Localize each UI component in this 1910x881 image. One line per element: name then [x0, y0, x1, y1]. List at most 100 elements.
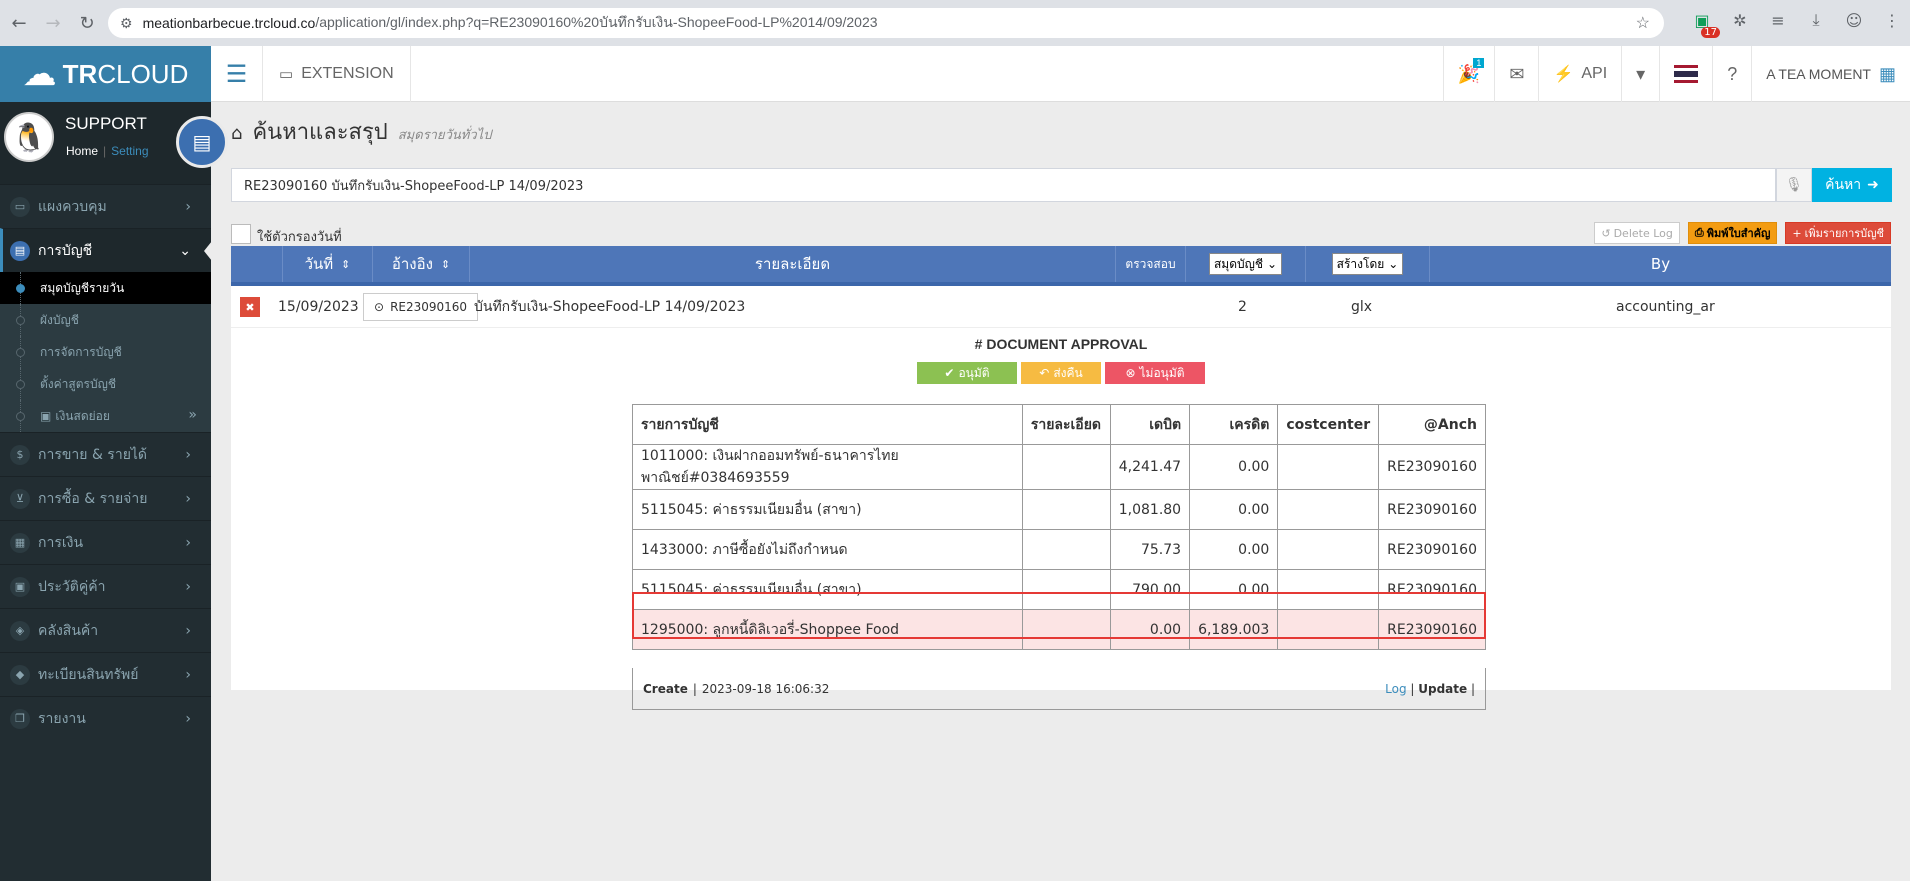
sidebar-subitem-account-management[interactable]: การจัดการบัญชี [0, 336, 211, 368]
log-link[interactable]: Log [1385, 682, 1406, 696]
book-icon[interactable]: ▤ [176, 116, 228, 168]
row-creator: glx [1351, 299, 1373, 315]
sidebar: 🐧 SUPPORT Home | Setting ▤ ▭ แผงควบคุม › ▤… [0, 102, 228, 881]
cubes-icon: ◈ [10, 620, 30, 641]
sidebar-item-dashboard[interactable]: ▭ แผงควบคุม › [0, 184, 211, 228]
home-link[interactable]: Home [66, 144, 98, 158]
th-date[interactable]: วันที่ ⇕ [283, 246, 373, 282]
print-label: พิมพ์ใบสำคัญ [1706, 227, 1771, 240]
thai-flag-icon [1674, 65, 1699, 83]
site-info-icon[interactable]: ⚙ [120, 15, 133, 32]
col-costcenter: costcenter [1277, 404, 1380, 445]
book-select-value: สมุดบัญชี [1213, 256, 1263, 271]
cell-debit: 4,241.47 [1109, 444, 1191, 490]
search-input[interactable]: RE23090160 บันทึกรับเงิน-ShopeeFood-LP 1… [231, 168, 1776, 202]
forward-icon[interactable]: → [38, 8, 68, 38]
entries-footer: Create | 2023-09-18 16:06:32 Log | Updat… [632, 668, 1486, 710]
cloud-icon: ☁ [22, 55, 57, 93]
book-select[interactable]: สมุดบัญชี ⌄ [1208, 253, 1283, 275]
page-title: ค้นหาและสรุป [252, 120, 388, 145]
extensions-puzzle-icon[interactable]: ✲ [1728, 8, 1752, 32]
delete-icon[interactable]: ✖ [240, 297, 260, 317]
sidebar-item-finance[interactable]: ▦ การเงิน › [0, 520, 211, 564]
th-ref-label: อ้างอิง [391, 255, 433, 273]
col-debit: เดบิต [1109, 404, 1191, 445]
delete-log-button[interactable]: ↺ Delete Log [1594, 222, 1680, 244]
sidebar-subitem-chart-of-accounts[interactable]: ผังบัญชี [0, 304, 211, 336]
cell-detail [1021, 569, 1111, 610]
extension-label: EXTENSION [301, 65, 394, 82]
search-button[interactable]: ค้นหา ➜ [1812, 168, 1892, 202]
th-creator: สร้างโดย ⌄ [1306, 246, 1430, 282]
ref-button[interactable]: ⊙ RE23090160 [363, 293, 479, 321]
mail-icon[interactable]: ✉ [1494, 46, 1538, 102]
setting-link[interactable]: Setting [111, 144, 148, 158]
cell-debit: 0.00 [1109, 609, 1191, 650]
bookmark-star-icon[interactable]: ☆ [1636, 13, 1650, 33]
update-link[interactable]: Update [1418, 682, 1467, 696]
reject-button[interactable]: ⊗ ไม่อนุมัติ [1105, 362, 1205, 384]
api-button[interactable]: ⚡ API [1538, 46, 1621, 102]
cell-debit: 75.73 [1109, 529, 1191, 570]
search-button-label: ค้นหา [1825, 177, 1862, 193]
sidebar-subitem-journal[interactable]: สมุดบัญชีรายวัน [0, 272, 211, 304]
notification-party-icon[interactable]: 🎉 1 [1442, 46, 1494, 102]
company-name: A TEA MOMENT [1766, 66, 1871, 82]
trcloud-logo[interactable]: ☁ TR CLOUD [0, 46, 211, 102]
row-book: 2 [1238, 299, 1247, 315]
th-by-label: By [1650, 255, 1671, 273]
browser-menu-icon[interactable]: ⋮ [1880, 8, 1904, 32]
cell-costcenter [1277, 529, 1380, 570]
cell-anch: RE23090160 [1378, 444, 1486, 490]
th-ref[interactable]: อ้างอิง ⇕ [373, 246, 470, 282]
journal-table-header: วันที่ ⇕ อ้างอิง ⇕ รายละเอียด ตรวจสอบ สมุด… [231, 246, 1891, 286]
language-flag-thai[interactable] [1659, 46, 1712, 102]
sidebar-subitem-formula-settings[interactable]: ตั้งค่าสูตรบัญชี [0, 368, 211, 400]
sidebar-item-label: การบัญชี [38, 242, 93, 259]
creator-select-value: สร้างโดย [1336, 256, 1385, 271]
cell-credit: 0.00 [1189, 569, 1279, 610]
cell-anch: RE23090160 [1378, 489, 1486, 530]
copy-icon: ❐ [10, 708, 30, 729]
sidebar-item-label: รายงาน [38, 710, 86, 727]
sidebar-item-contacts[interactable]: ▣ ประวัติคู่ค้า › [0, 564, 211, 608]
sidebar-item-assets[interactable]: ◆ ทะเบียนสินทรัพย์ › [0, 652, 211, 696]
company-switcher[interactable]: A TEA MOMENT ▦ [1751, 46, 1910, 102]
calendar-extension-icon[interactable]: ▣ 17 [1690, 8, 1720, 38]
cell-credit: 0.00 [1189, 489, 1279, 530]
date-filter-checkbox[interactable] [231, 224, 251, 244]
cell-account: 1433000: ภาษีซื้อยังไม่ถึงกำหนด [632, 529, 1023, 570]
extension-badge: 17 [1701, 27, 1720, 38]
extension-button[interactable]: ▭ EXTENSION [263, 46, 411, 102]
accounting-submenu: สมุดบัญชีรายวัน ผังบัญชี การจัดการบัญชี … [0, 272, 211, 432]
double-chevron-icon: » [188, 407, 197, 423]
approve-button[interactable]: ✔ อนุมัติ [917, 362, 1017, 384]
sidebar-item-inventory[interactable]: ◈ คลังสินค้า › [0, 608, 211, 652]
help-icon[interactable]: ? [1712, 46, 1751, 102]
profile-avatar-icon[interactable]: ☺ [1842, 8, 1866, 32]
sidebar-item-sales[interactable]: $ การขาย & รายได้ › [0, 432, 211, 476]
sidebar-item-reports[interactable]: ❐ รายงาน › [0, 696, 211, 740]
table-row: ✖ 15/09/2023 ⊙ RE23090160 บันทึกรับเงิน-S… [231, 286, 1891, 328]
reload-icon[interactable]: ↻ [72, 8, 102, 38]
media-icon[interactable]: ≡ [1766, 8, 1790, 32]
download-icon[interactable]: ⤓ [1804, 8, 1828, 32]
creator-select[interactable]: สร้างโดย ⌄ [1331, 253, 1404, 275]
address-bar[interactable]: ⚙ meationbarbecue.trcloud.co/application… [108, 8, 1664, 38]
add-entry-button[interactable]: + เพิ่มรายการบัญชี [1785, 222, 1891, 244]
back-icon[interactable]: ← [4, 8, 34, 38]
caret-down-icon[interactable]: ▾ [1621, 46, 1659, 102]
cell-detail [1021, 609, 1111, 650]
sidebar-item-accounting[interactable]: ▤ การบัญชี ⌄ [0, 228, 212, 272]
sidebar-item-purchases[interactable]: ⊻ การซื้อ & รายจ่าย › [0, 476, 211, 520]
menu-toggle-icon[interactable]: ☰ [211, 46, 263, 102]
cell-account: 5115045: ค่าธรรมเนียมอื่น (สาขา) [632, 569, 1023, 610]
microphone-icon[interactable]: 🎙 [1776, 168, 1812, 202]
sidebar-subitem-petty-cash[interactable]: ▣ เงินสดย่อย » [0, 400, 211, 432]
print-voucher-button[interactable]: ⎙ พิมพ์ใบสำคัญ [1687, 222, 1778, 244]
add-label: เพิ่มรายการบัญชี [1804, 227, 1884, 240]
home-icon[interactable]: ⌂ [231, 123, 242, 144]
return-button[interactable]: ↶ ส่งคืน [1021, 362, 1101, 384]
history-icon: ↺ [1601, 226, 1611, 240]
th-check-label: ตรวจสอบ [1125, 256, 1176, 271]
